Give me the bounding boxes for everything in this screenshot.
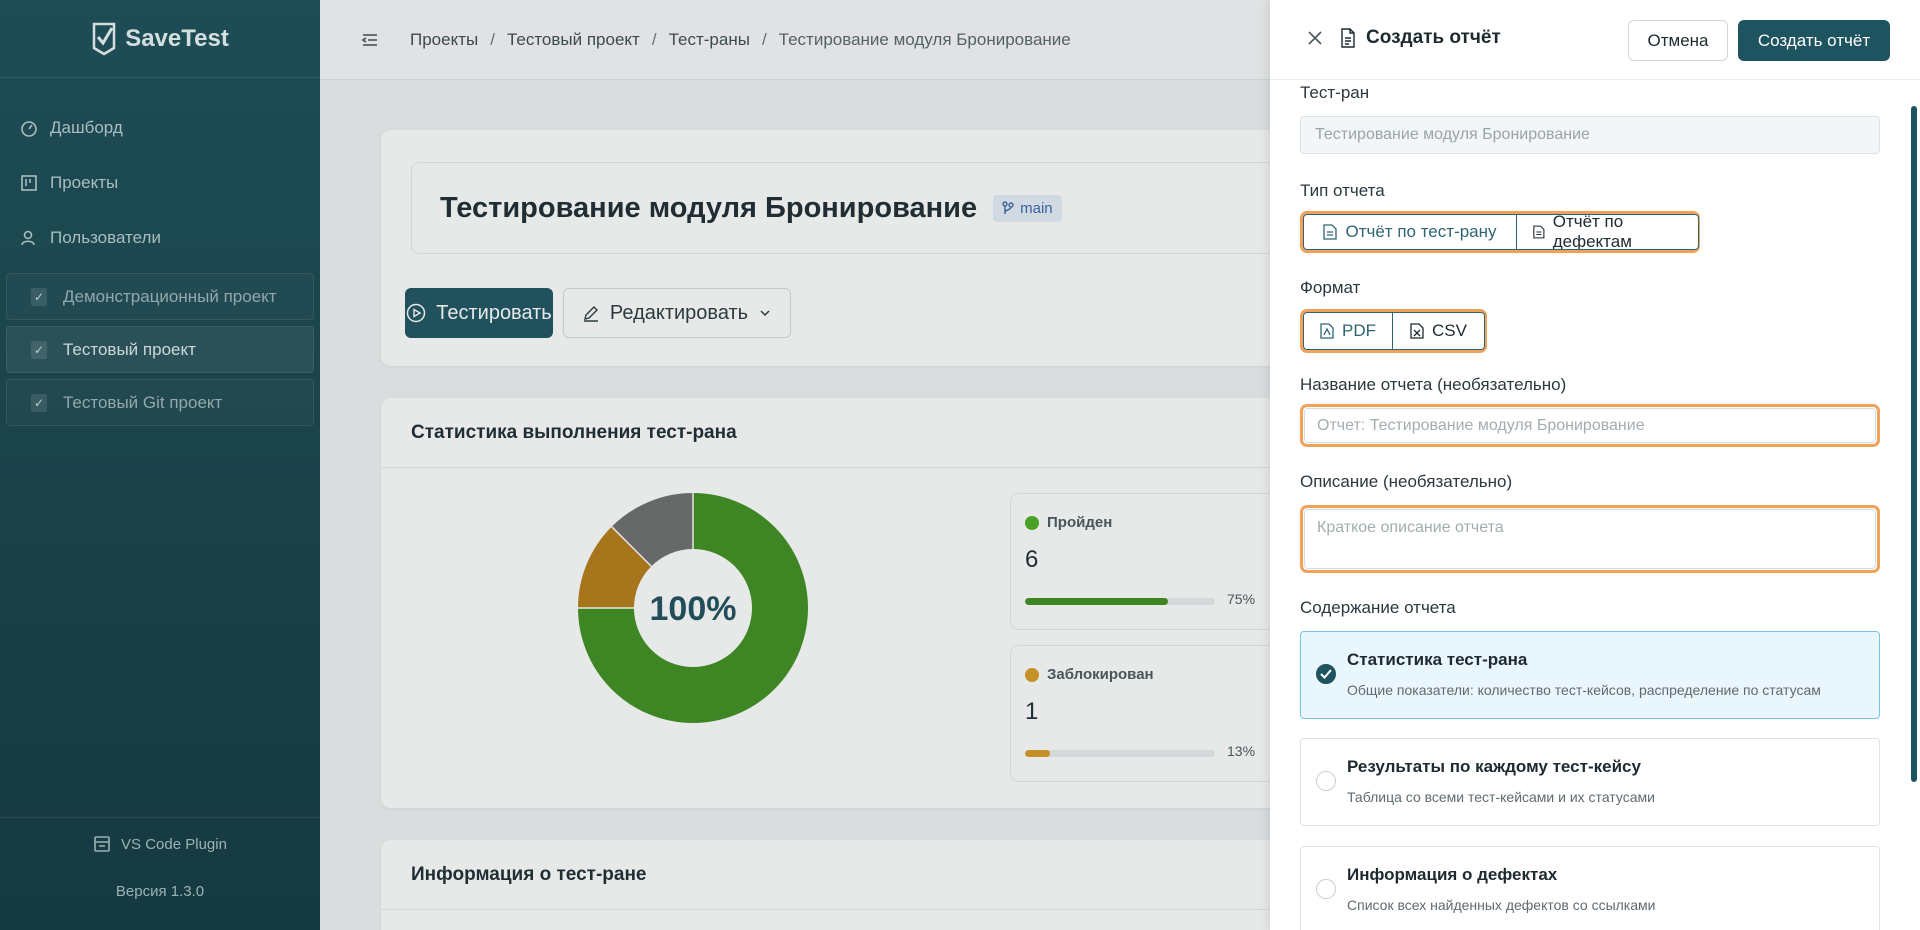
checkbox[interactable] xyxy=(1316,879,1336,899)
option-label: Отчёт по тест-рану xyxy=(1345,222,1497,241)
option-description: Общие показатели: количество тест-кейсов… xyxy=(1347,682,1821,698)
create-report-drawer: Создать отчёт Отмена Создать отчёт Тест-… xyxy=(1270,0,1920,930)
option-title: Статистика тест-рана xyxy=(1347,650,1528,669)
report-type-defects-option[interactable]: Отчёт по дефектам xyxy=(1516,215,1698,249)
checkbox-checked[interactable] xyxy=(1316,664,1336,684)
report-type-label: Тип отчета xyxy=(1300,181,1385,200)
pdf-file-icon xyxy=(1320,323,1334,339)
option-title: Информация о дефектах xyxy=(1347,865,1558,884)
checkbox[interactable] xyxy=(1316,771,1336,791)
report-type-toggle: Отчёт по тест-рану Отчёт по дефектам xyxy=(1303,214,1699,250)
report-content-label: Содержание отчета xyxy=(1300,598,1456,617)
option-label: CSV xyxy=(1432,321,1467,340)
drawer-title: Создать отчёт xyxy=(1340,27,1501,49)
content-option-defects[interactable]: Информация о дефектах Список всех найден… xyxy=(1300,846,1880,930)
report-name-input[interactable]: Отчет: Тестирование модуля Бронирование xyxy=(1304,408,1876,443)
content-option-case-results[interactable]: Результаты по каждому тест-кейсу Таблица… xyxy=(1300,738,1880,826)
run-field-label: Тест-ран xyxy=(1300,83,1370,102)
csv-file-icon xyxy=(1410,323,1424,339)
create-report-button[interactable]: Создать отчёт xyxy=(1738,20,1890,61)
option-description: Таблица со всеми тест-кейсами и их стату… xyxy=(1347,789,1655,805)
format-pdf-option[interactable]: PDF xyxy=(1304,313,1392,349)
option-label: PDF xyxy=(1342,321,1376,340)
document-icon xyxy=(1323,224,1338,240)
drawer-scrollbar[interactable] xyxy=(1911,106,1917,782)
option-title: Результаты по каждому тест-кейсу xyxy=(1347,757,1641,776)
run-field: Тестирование модуля Бронирование xyxy=(1300,116,1880,154)
format-label: Формат xyxy=(1300,278,1361,297)
report-type-run-option[interactable]: Отчёт по тест-рану xyxy=(1304,215,1516,249)
document-icon xyxy=(1533,225,1545,239)
checkmark-icon xyxy=(1320,669,1332,679)
drawer-title-text: Создать отчёт xyxy=(1366,27,1501,48)
close-icon[interactable] xyxy=(1305,28,1325,48)
description-textarea[interactable]: Краткое описание отчета xyxy=(1304,509,1876,569)
option-label: Отчёт по дефектам xyxy=(1552,214,1632,250)
drawer-header: Создать отчёт Отмена Создать отчёт xyxy=(1270,0,1920,80)
description-label: Описание (необязательно) xyxy=(1300,472,1513,491)
content-option-run-stats[interactable]: Статистика тест-рана Общие показатели: к… xyxy=(1300,631,1880,719)
cancel-button[interactable]: Отмена xyxy=(1628,20,1728,61)
option-description: Список всех найденных дефектов со ссылка… xyxy=(1347,897,1656,913)
format-toggle: PDF CSV xyxy=(1303,312,1485,350)
report-name-label: Название отчета (необязательно) xyxy=(1300,375,1567,394)
modal-overlay[interactable] xyxy=(0,0,1270,930)
format-csv-option[interactable]: CSV xyxy=(1392,313,1484,349)
document-icon xyxy=(1341,28,1355,48)
